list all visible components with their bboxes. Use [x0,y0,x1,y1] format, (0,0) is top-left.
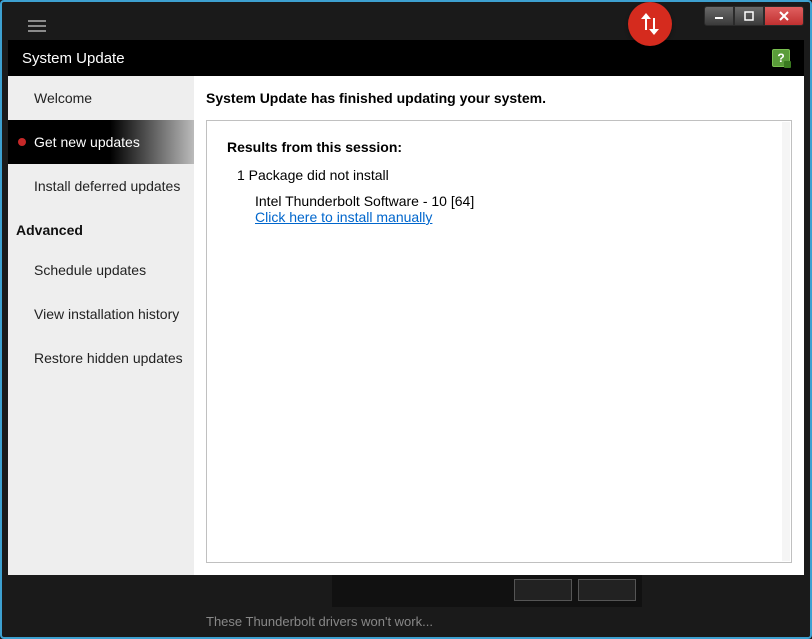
help-icon[interactable]: ? [772,49,790,67]
results-box: Results from this session: 1 Package did… [206,120,792,563]
update-notification-badge[interactable] [628,2,672,46]
hamburger-icon[interactable] [28,20,46,34]
workspace: Welcome Get new updates Install deferred… [8,76,804,575]
background-dialog-button [578,579,636,601]
close-button[interactable] [764,6,804,26]
package-name: Intel Thunderbolt Software - 10 [64] [255,193,771,209]
content-area: System Update has finished updating your… [194,76,804,575]
background-dialog-button [514,579,572,601]
sidebar-section-advanced: Advanced [8,208,194,248]
maximize-icon [744,11,754,21]
maximize-button[interactable] [734,6,764,26]
scrollbar-track[interactable] [782,122,790,561]
install-manually-link[interactable]: Click here to install manually [255,209,432,225]
sidebar-item-install-deferred[interactable]: Install deferred updates [8,164,194,208]
content-heading: System Update has finished updating your… [206,90,792,106]
sidebar-item-view-history[interactable]: View installation history [8,292,194,336]
window-controls [704,6,804,26]
results-count-text: 1 Package did not install [237,167,771,183]
sidebar-item-schedule-updates[interactable]: Schedule updates [8,248,194,292]
system-update-window: System Update ? Welcome Get new updates … [8,40,804,575]
sidebar-item-get-new-updates[interactable]: Get new updates [8,120,194,164]
sidebar: Welcome Get new updates Install deferred… [8,76,194,575]
close-icon [778,10,790,22]
minimize-icon [714,11,724,21]
minimize-button[interactable] [704,6,734,26]
results-heading: Results from this session: [227,139,771,155]
sidebar-item-welcome[interactable]: Welcome [8,76,194,120]
titlebar: System Update ? [8,40,804,76]
background-page-text-bottom: These Thunderbolt drivers won't work... [206,614,433,629]
window-title: System Update [22,50,125,67]
up-down-arrows-icon [636,10,664,38]
sidebar-item-restore-hidden[interactable]: Restore hidden updates [8,336,194,380]
